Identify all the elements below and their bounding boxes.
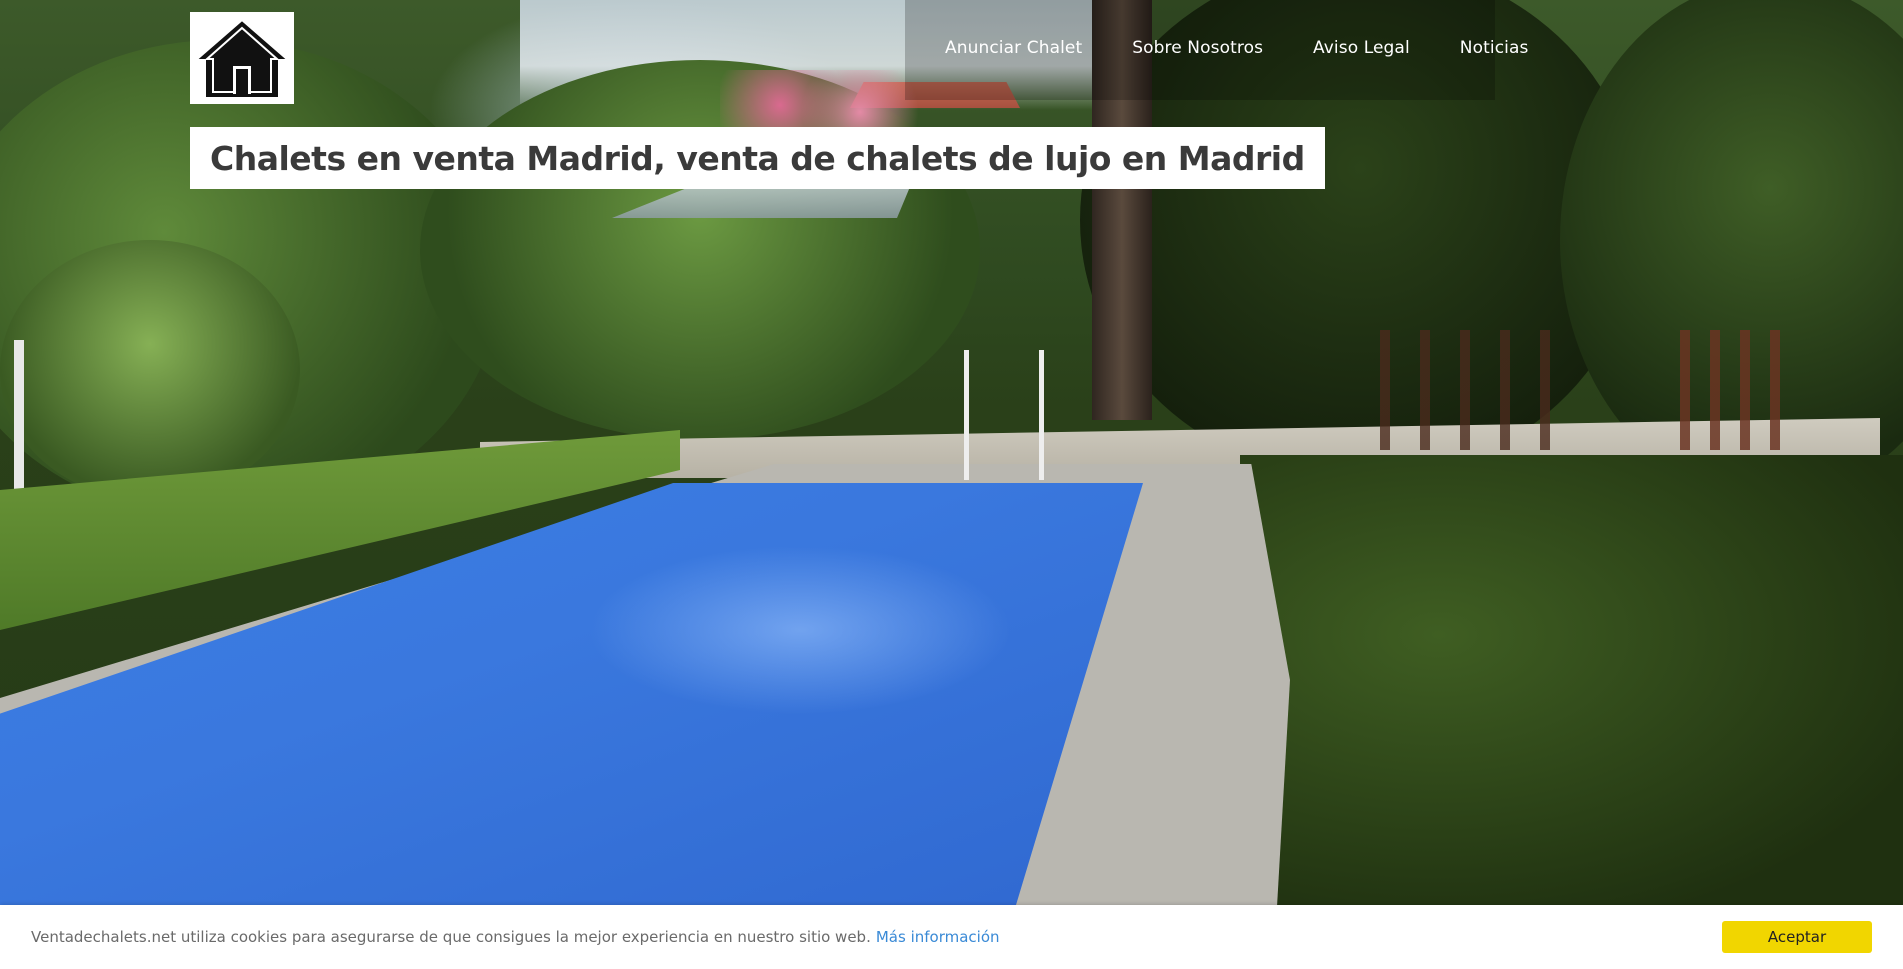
garden-chair <box>1680 330 1800 450</box>
cookie-accept-button[interactable]: Aceptar <box>1722 921 1872 953</box>
cookie-message: Ventadechalets.net utiliza cookies para … <box>31 928 871 946</box>
cookie-more-info-link[interactable]: Más información <box>876 928 1000 946</box>
garden-chairs <box>1380 330 1580 450</box>
cookie-bar: Ventadechalets.net utiliza cookies para … <box>0 905 1903 969</box>
shrub-left <box>0 240 300 500</box>
page-title-box: Chalets en venta Madrid, venta de chalet… <box>190 127 1325 189</box>
nav-item-aviso-legal[interactable]: Aviso Legal <box>1313 38 1410 58</box>
nav-item-sobre-nosotros[interactable]: Sobre Nosotros <box>1132 38 1263 58</box>
house-icon <box>193 18 291 99</box>
lawn-right <box>1240 455 1903 905</box>
nav-item-noticias[interactable]: Noticias <box>1460 38 1529 58</box>
main-nav: Anunciar Chalet Sobre Nosotros Aviso Leg… <box>945 38 1578 58</box>
pool-ladder <box>964 350 1044 480</box>
page-title: Chalets en venta Madrid, venta de chalet… <box>210 138 1305 178</box>
nav-item-anunciar-chalet[interactable]: Anunciar Chalet <box>945 38 1082 58</box>
site-logo[interactable] <box>190 12 294 104</box>
garden-pole <box>14 340 24 500</box>
